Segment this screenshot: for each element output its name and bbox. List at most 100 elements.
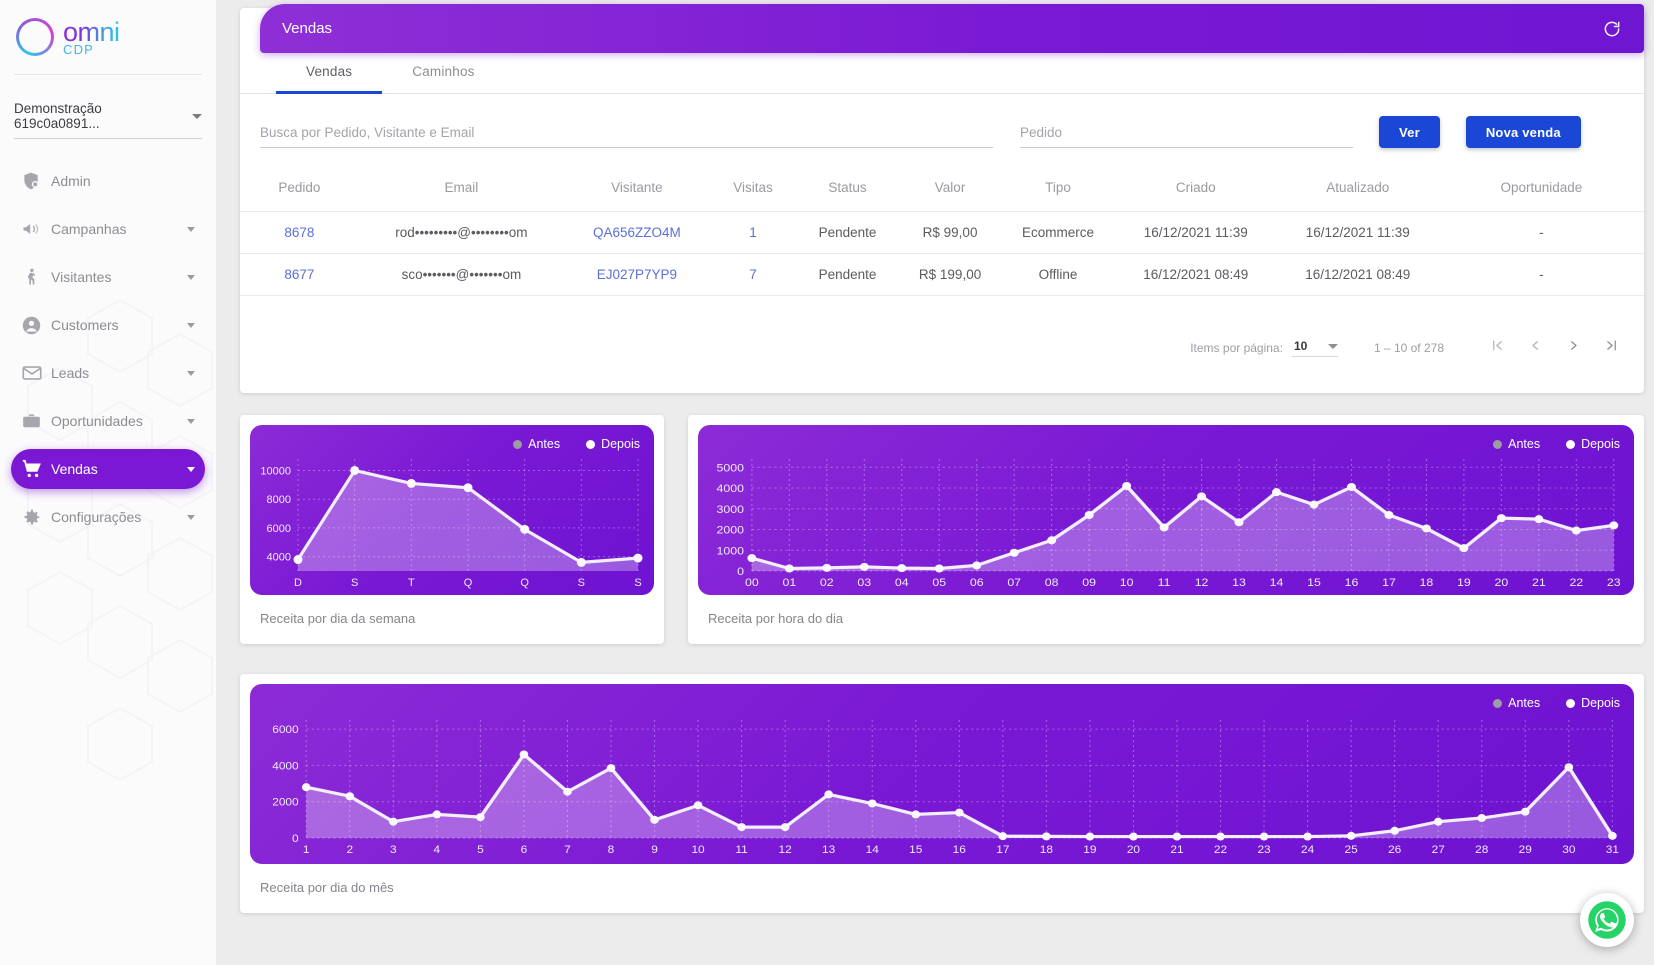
- chart-plot-monthday: Antes Depois 0 2000 4000 6000 1 2 3 4 5 6 7 8 9 10 11 1…: [250, 684, 1634, 864]
- legend-label-antes: Antes: [1508, 696, 1541, 710]
- svg-text:3: 3: [390, 844, 397, 856]
- brand-logo: omni CDP: [0, 0, 216, 74]
- legend-item-depois[interactable]: Depois: [1566, 696, 1620, 710]
- next-page-icon[interactable]: [1554, 338, 1592, 357]
- first-page-icon[interactable]: [1478, 338, 1516, 357]
- pedido-input[interactable]: [1020, 125, 1353, 148]
- svg-text:S: S: [351, 577, 358, 589]
- sidebar-item-visitantes[interactable]: Visitantes: [11, 257, 205, 297]
- legend-item-depois[interactable]: Depois: [586, 437, 640, 451]
- svg-text:09: 09: [1082, 577, 1096, 589]
- sidebar-item-customers[interactable]: Customers: [11, 305, 205, 345]
- svg-text:0: 0: [292, 833, 299, 845]
- svg-text:S: S: [578, 577, 585, 589]
- sidebar-item-admin[interactable]: Admin: [11, 161, 205, 201]
- prev-page-icon[interactable]: [1516, 338, 1554, 357]
- svg-text:29: 29: [1519, 844, 1532, 856]
- chart-legend-weekday: Antes Depois: [513, 437, 640, 451]
- chart-card-weekday: Antes Depois 4000 6000 8000 10000 D S T Q Q S S Re…: [240, 415, 664, 644]
- whatsapp-icon[interactable]: [1580, 893, 1634, 947]
- sidebar-item-leads[interactable]: Leads: [11, 353, 205, 393]
- svg-text:8000: 8000: [267, 494, 291, 506]
- sidebar-divider: [14, 74, 202, 75]
- page-size-value: 10: [1293, 338, 1308, 353]
- search-input[interactable]: [260, 125, 993, 148]
- cell-visitas[interactable]: 7: [709, 253, 797, 296]
- svg-text:11: 11: [1158, 577, 1171, 589]
- tab-vendas[interactable]: Vendas: [276, 64, 383, 94]
- sidebar-nav: Admin Campanhas Visitantes Customers Lea…: [0, 161, 216, 537]
- svg-text:22: 22: [1214, 844, 1227, 856]
- legend-item-depois[interactable]: Depois: [1566, 437, 1620, 451]
- svg-text:19: 19: [1457, 577, 1471, 589]
- tab-caminhos[interactable]: Caminhos: [382, 64, 504, 93]
- svg-text:15: 15: [1307, 577, 1321, 589]
- account-selector[interactable]: Demonstração 619c0a0891...: [14, 101, 202, 139]
- chevron-down-icon: [187, 370, 195, 376]
- account-circle-icon: [21, 315, 51, 336]
- sidebar-item-oportunidades[interactable]: Oportunidades: [11, 401, 205, 441]
- table-row[interactable]: 8678 rod•••••••••@••••••••om QA656ZZO4M …: [240, 211, 1644, 254]
- svg-text:16: 16: [1345, 577, 1359, 589]
- briefcase-icon: [21, 411, 51, 432]
- cell-oportunidade: -: [1438, 253, 1644, 296]
- svg-text:4: 4: [434, 844, 441, 856]
- svg-text:02: 02: [820, 577, 834, 589]
- svg-text:23: 23: [1257, 844, 1270, 856]
- page-header-bar: Vendas: [260, 4, 1644, 53]
- svg-text:5000: 5000: [717, 462, 745, 474]
- envelope-icon: [21, 362, 51, 384]
- sidebar: omni CDP Demonstração 619c0a0891... Admi…: [0, 0, 216, 965]
- cell-atualizado: 16/12/2021 11:39: [1276, 211, 1439, 254]
- cell-pedido[interactable]: 8678: [240, 211, 359, 254]
- legend-item-antes[interactable]: Antes: [513, 437, 560, 451]
- ver-button[interactable]: Ver: [1379, 116, 1440, 148]
- svg-text:1: 1: [303, 844, 310, 856]
- svg-text:17: 17: [1382, 577, 1396, 589]
- svg-text:31: 31: [1606, 844, 1619, 856]
- sidebar-item-configuracoes[interactable]: Configurações: [11, 497, 205, 537]
- svg-text:S: S: [634, 577, 641, 589]
- svg-text:20: 20: [1127, 844, 1140, 856]
- items-per-page-label: Items por página:: [1190, 340, 1283, 355]
- svg-text:27: 27: [1432, 844, 1445, 856]
- nova-venda-button[interactable]: Nova venda: [1465, 116, 1581, 148]
- legend-item-antes[interactable]: Antes: [1493, 437, 1540, 451]
- legend-item-antes[interactable]: Antes: [1493, 696, 1540, 710]
- cell-visitas[interactable]: 1: [709, 211, 797, 254]
- svg-text:05: 05: [932, 577, 946, 589]
- legend-dot-antes: [513, 439, 523, 449]
- chart-svg-monthday: 02000400060001 2 3 4 5 6 7 8 9 10 11 12 13 14 15 16 17 18…: [272, 720, 1619, 856]
- table-row[interactable]: 8677 sco•••••••@•••••••om EJ027P7YP9 7 P…: [240, 253, 1644, 296]
- chart-caption-hour: Receita por hora do dia: [708, 611, 844, 626]
- page-size-select[interactable]: 10: [1291, 338, 1338, 357]
- svg-text:2000: 2000: [717, 524, 745, 536]
- refresh-icon[interactable]: [1602, 19, 1622, 39]
- column-header-tipo: Tipo: [1001, 168, 1115, 212]
- svg-text:14: 14: [866, 844, 880, 856]
- last-page-icon[interactable]: [1592, 338, 1630, 357]
- cell-pedido[interactable]: 8677: [240, 253, 359, 296]
- column-header-pedido: Pedido: [240, 168, 359, 212]
- cell-visitante[interactable]: QA656ZZO4M: [563, 211, 710, 254]
- cell-valor: R$ 99,00: [898, 211, 1002, 254]
- legend-label-depois: Depois: [1581, 696, 1620, 710]
- chart-card-monthday: Antes Depois 0 2000 4000 6000 1 2 3 4 5 6 7 8 9 10 11 1…: [240, 674, 1644, 913]
- cart-icon: [21, 458, 51, 480]
- chart-plot-weekday: Antes Depois 4000 6000 8000 10000 D S T Q Q S S: [250, 425, 654, 595]
- chart-legend-hour: Antes Depois: [1493, 437, 1620, 451]
- column-header-criado: Criado: [1114, 168, 1277, 212]
- cell-valor: R$ 199,00: [898, 253, 1002, 296]
- svg-text:4000: 4000: [267, 552, 291, 564]
- svg-text:10: 10: [1120, 577, 1134, 589]
- sidebar-item-vendas[interactable]: Vendas: [11, 449, 205, 489]
- chart-legend-monthday: Antes Depois: [1493, 696, 1620, 710]
- chevron-down-icon: [187, 274, 195, 280]
- chevron-down-icon: [187, 322, 195, 328]
- cell-visitante[interactable]: EJ027P7YP9: [563, 253, 710, 296]
- svg-text:2000: 2000: [272, 797, 298, 809]
- sidebar-item-campanhas[interactable]: Campanhas: [11, 209, 205, 249]
- column-header-status: Status: [796, 168, 899, 212]
- legend-dot-depois: [586, 439, 596, 449]
- table-header-row: Pedido Email Visitante Visitas Status Va…: [240, 168, 1644, 212]
